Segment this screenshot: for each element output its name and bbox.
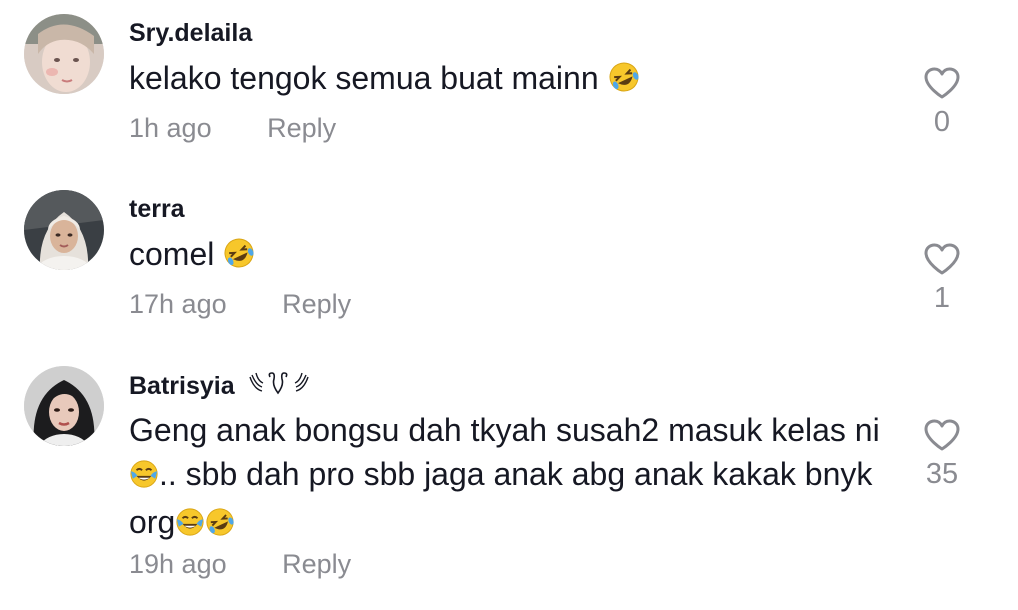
like-count: 35	[925, 458, 959, 490]
avatar[interactable]	[24, 366, 104, 446]
heart-outline-icon	[924, 243, 960, 275]
rolling-on-floor-laughing-emoji	[608, 60, 640, 104]
avatar[interactable]	[24, 14, 104, 94]
comment-item: Sry.delaila kelako tengok semua buat mai…	[0, 0, 1018, 176]
reply-button[interactable]: Reply	[282, 289, 351, 319]
comment-username[interactable]: terra	[129, 195, 185, 224]
comment-text-content: kelako tengok semua buat mainn	[129, 60, 599, 96]
comment-text-content: .. sbb dah pro sbb jaga anak abg anak ka…	[129, 456, 873, 540]
like-button[interactable]: 0	[916, 66, 968, 139]
comment-username-text: Batrisyia	[129, 372, 235, 400]
comment-username[interactable]: Sry.delaila	[129, 19, 252, 48]
comment-meta: 1h ago Reply	[129, 113, 336, 144]
reply-button[interactable]: Reply	[267, 113, 336, 143]
face-with-tears-of-joy-emoji	[175, 504, 205, 548]
comment-text: Geng anak bongsu dah tkyah susah2 masuk …	[129, 408, 889, 548]
face-with-tears-of-joy-emoji	[129, 456, 159, 500]
heart-outline-icon	[924, 419, 960, 451]
comment-item: Batrisyia Geng anak bongsu dah tkyah sus…	[0, 352, 1018, 610]
comment-username[interactable]: Batrisyia	[129, 371, 310, 401]
avatar[interactable]	[24, 190, 104, 270]
comment-meta: 19h ago Reply	[129, 549, 351, 580]
winged-heart-doodle-icon	[248, 372, 309, 395]
comment-meta: 17h ago Reply	[129, 289, 351, 320]
comment-text-content: Geng anak bongsu dah tkyah susah2 masuk …	[129, 412, 880, 448]
comment-time: 17h ago	[129, 289, 227, 319]
comment-text-content: comel	[129, 236, 215, 272]
comment-text: kelako tengok semua buat mainn	[129, 56, 889, 104]
comment-time: 19h ago	[129, 549, 227, 579]
rolling-on-floor-laughing-emoji	[223, 236, 255, 280]
comment-list: Sry.delaila kelako tengok semua buat mai…	[0, 0, 1018, 610]
heart-outline-icon	[924, 67, 960, 99]
comment-text: comel	[129, 232, 889, 280]
like-count: 1	[933, 282, 951, 314]
rolling-on-floor-laughing-emoji	[205, 504, 235, 548]
like-count: 0	[933, 106, 951, 138]
like-button[interactable]: 1	[916, 242, 968, 315]
like-button[interactable]: 35	[916, 418, 968, 491]
comment-item: terra comel 17h ago Reply 1	[0, 176, 1018, 352]
reply-button[interactable]: Reply	[282, 549, 351, 579]
comment-time: 1h ago	[129, 113, 212, 143]
